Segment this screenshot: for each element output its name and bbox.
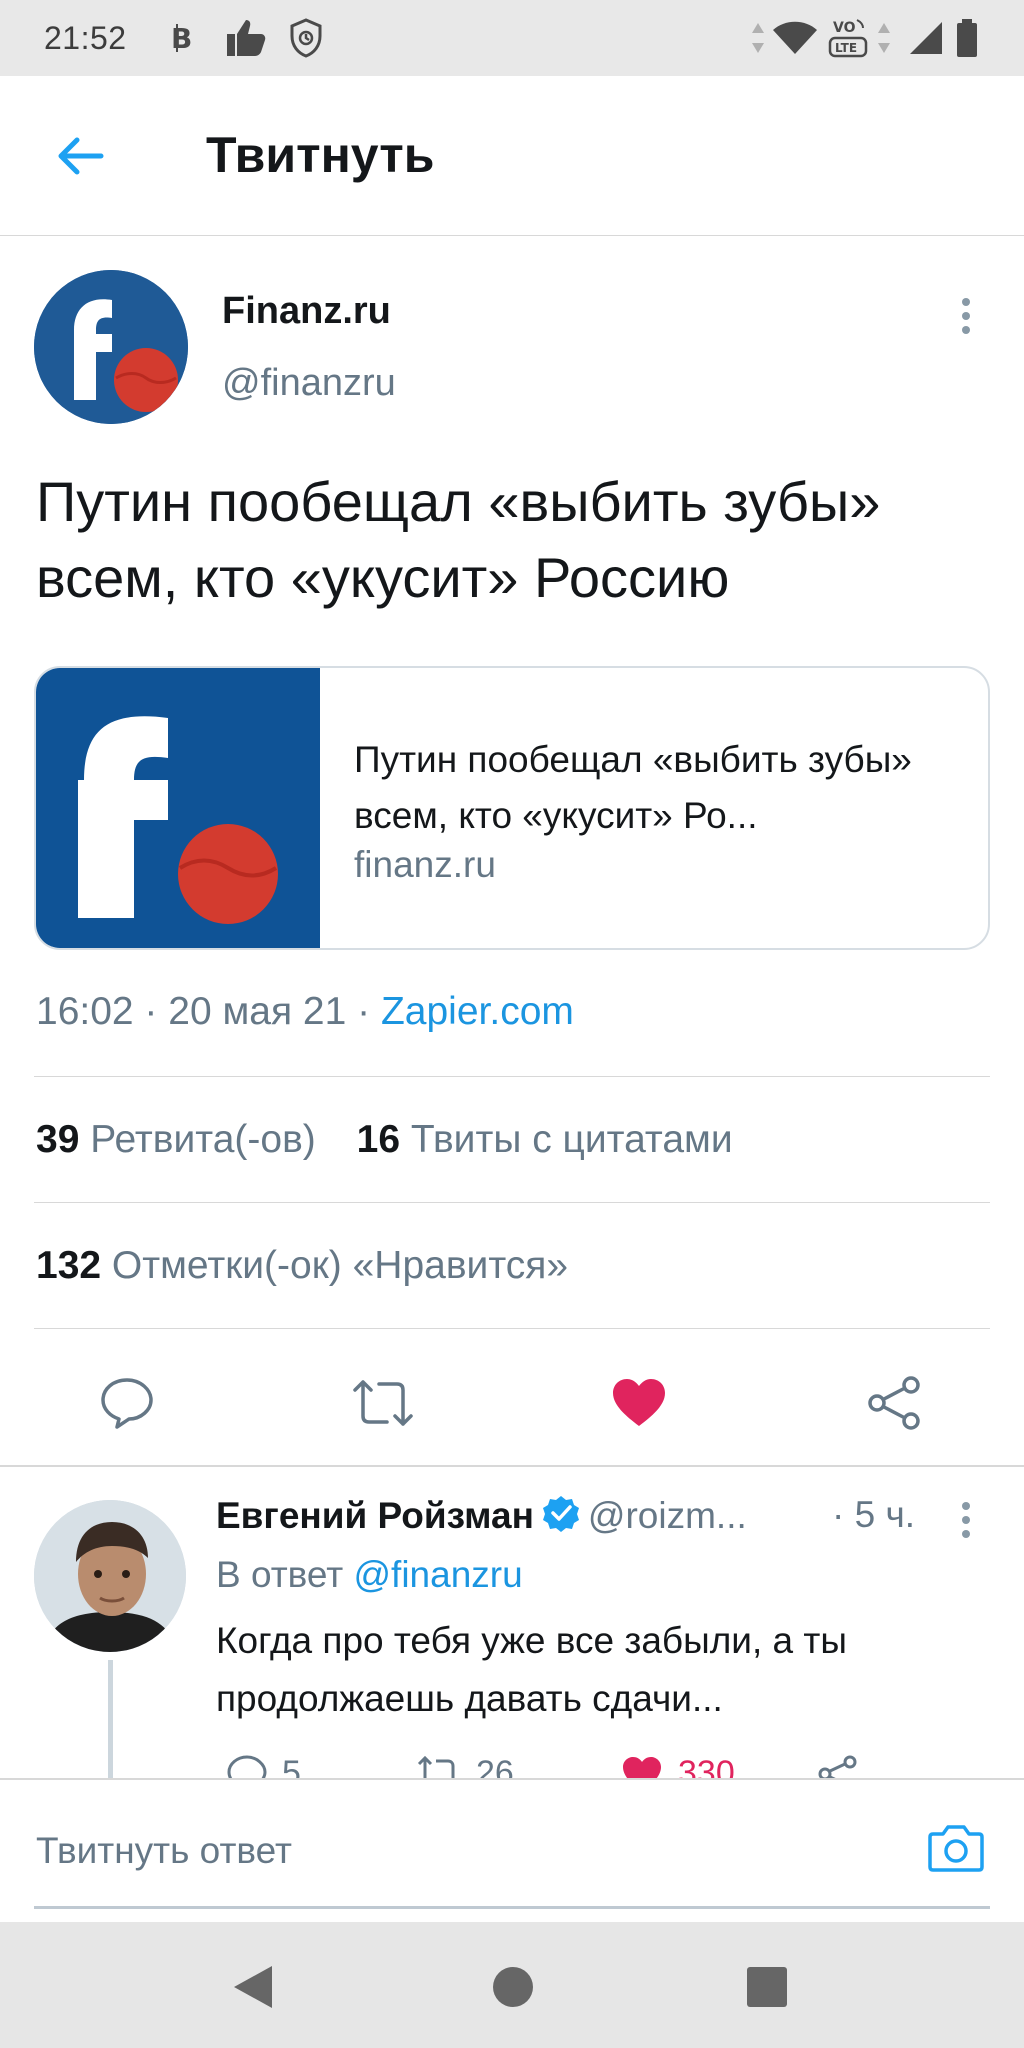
like-button[interactable]: [604, 1368, 674, 1438]
nav-home-button[interactable]: [478, 1952, 548, 2022]
link-card-title: Путин пообещал «выбить зубы» всем, кто «…: [354, 739, 912, 836]
link-card[interactable]: Путин пообещал «выбить зубы» всем, кто «…: [34, 666, 990, 950]
page-title: Твитнуть: [206, 127, 435, 183]
more-vertical-icon: [962, 298, 970, 334]
back-button[interactable]: [40, 116, 120, 196]
author-handle[interactable]: @finanzru: [222, 362, 396, 405]
system-nav-bar: [0, 1922, 1024, 2048]
quotes-label[interactable]: Твиты с цитатами: [411, 1118, 733, 1161]
divider: [34, 1076, 990, 1077]
bitcoin-icon: B: [166, 16, 196, 60]
divider: [34, 1202, 990, 1203]
svg-text:VO: VO: [833, 20, 856, 36]
arrow-left-icon: [58, 137, 104, 175]
tweet-text: Путин пообещал «выбить зубы» всем, кто «…: [36, 470, 881, 609]
back-triangle-icon: [234, 1966, 272, 2008]
data-arrows-icon-2: [874, 16, 894, 60]
top-app-bar: Твитнуть: [0, 76, 1024, 236]
signal-icon: [906, 16, 946, 60]
reply-more-button[interactable]: [946, 1490, 986, 1550]
author-avatar[interactable]: [34, 270, 188, 424]
more-vertical-icon: [962, 1502, 970, 1538]
reply-author-avatar[interactable]: [34, 1500, 186, 1652]
retweet-stats-row: 39 Ретвита(-ов) 16 Твиты с цитатами: [36, 1118, 733, 1162]
retweets-label[interactable]: Ретвита(-ов): [90, 1118, 316, 1161]
shield-icon: [286, 16, 326, 60]
retweet-button[interactable]: [348, 1368, 418, 1438]
tweet-meta: 16:02 · 20 мая 21 · Zapier.com: [36, 990, 574, 1034]
likes-stats-row: 132 Отметки(-ок) «Нравится»: [36, 1244, 568, 1288]
author-name[interactable]: Finanz.ru: [222, 290, 391, 333]
verified-badge-icon: [542, 1496, 579, 1532]
camera-button[interactable]: [924, 1816, 988, 1880]
likes-count[interactable]: 132: [36, 1244, 101, 1287]
share-button[interactable]: [860, 1368, 930, 1438]
reply-button[interactable]: [92, 1368, 162, 1438]
reply-input[interactable]: Твитнуть ответ: [36, 1830, 292, 1872]
like-icon: [613, 1379, 665, 1426]
thread-connector-line: [108, 1660, 113, 1780]
reply-author-name[interactable]: Евгений Ройзман: [216, 1495, 534, 1536]
compose-underline: [34, 1906, 990, 1909]
person-photo-icon: [34, 1500, 186, 1652]
nav-recents-button[interactable]: [732, 1952, 802, 2022]
quotes-count[interactable]: 16: [357, 1118, 400, 1161]
tweet-source-link[interactable]: Zapier.com: [381, 990, 574, 1033]
link-card-domain: finanz.ru: [354, 844, 496, 885]
svg-text:B: B: [171, 23, 192, 53]
recents-square-icon: [747, 1967, 787, 2007]
data-arrows-icon: [748, 16, 768, 60]
section-divider: [0, 1465, 1024, 1467]
wifi-icon: [770, 16, 820, 60]
reply-header: Евгений Ройзман @roizm...: [216, 1494, 747, 1537]
share-icon: [868, 1376, 920, 1430]
thumbs-up-icon: [222, 16, 268, 60]
reply-compose-bar: Твитнуть ответ: [0, 1778, 1024, 1922]
retweet-icon: [353, 1380, 413, 1426]
svg-text:LTE: LTE: [835, 41, 857, 55]
reply-to-prefix: В ответ: [216, 1554, 354, 1595]
nav-back-button[interactable]: [218, 1952, 288, 2022]
tweet-timestamp: 16:02 · 20 мая 21 ·: [36, 990, 381, 1033]
reply-time: · 5 ч.: [832, 1494, 916, 1535]
reply-to-handle[interactable]: @finanzru: [354, 1554, 523, 1595]
tweet-more-button[interactable]: [946, 286, 986, 346]
status-time: 21:52: [44, 20, 127, 56]
status-bar: 21:52 B VO LTE: [0, 0, 1024, 76]
divider: [34, 1328, 990, 1329]
link-card-thumbnail: [36, 668, 320, 948]
retweets-count[interactable]: 39: [36, 1118, 79, 1161]
reply-icon: [101, 1378, 153, 1429]
reply-to-line: В ответ @finanzru: [216, 1554, 523, 1596]
reply-text: Когда про тебя уже все забыли, а ты прод…: [216, 1620, 847, 1719]
camera-icon: [928, 1825, 984, 1872]
battery-icon: [952, 16, 982, 60]
tweet-actions: [0, 1348, 1024, 1448]
volte-icon: VO LTE: [826, 16, 870, 60]
finanz-logo-icon: [34, 270, 188, 424]
reply-author-handle[interactable]: @roizm...: [588, 1495, 747, 1536]
likes-label[interactable]: Отметки(-ок) «Нравится»: [112, 1244, 568, 1287]
home-circle-icon: [493, 1967, 533, 2007]
finanz-logo-icon: [36, 668, 320, 948]
